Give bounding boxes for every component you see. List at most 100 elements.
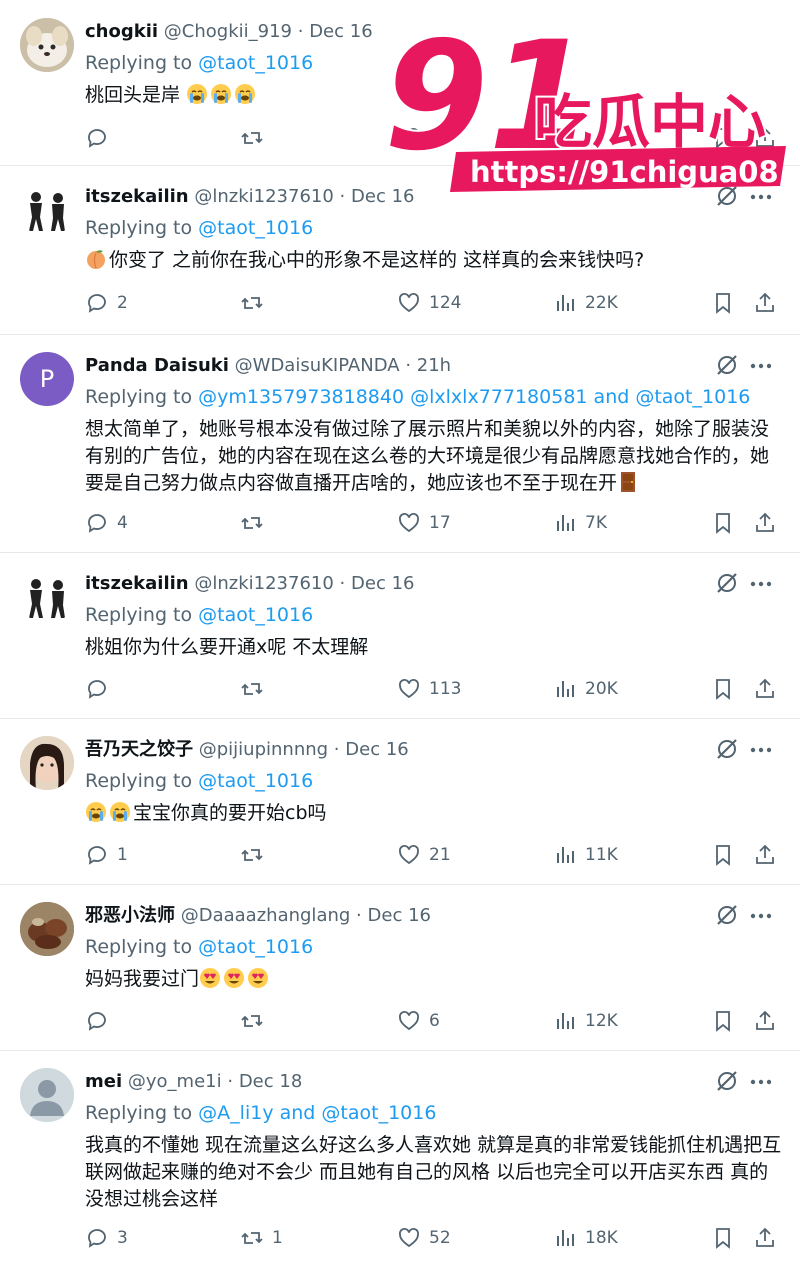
display-name[interactable]: 邪恶小法师 — [85, 905, 175, 926]
like-button[interactable]: 113 — [397, 673, 461, 705]
timestamp[interactable]: Dec 16 — [351, 573, 414, 594]
retweet-count: 1 — [272, 1228, 283, 1248]
user-handle[interactable]: @lnzki1237610 — [194, 186, 333, 207]
avatar[interactable] — [20, 570, 74, 624]
like-button[interactable]: 17 — [397, 507, 451, 539]
bookmark-button[interactable] — [711, 1222, 735, 1254]
more-button[interactable] — [748, 354, 774, 378]
share-button[interactable] — [753, 673, 777, 705]
bookmark-button[interactable] — [711, 507, 735, 539]
tweet-header: 吾乃天之饺子 @pijiupinnnng · Dec 16 — [85, 738, 409, 762]
tweet-4[interactable]: itszekailin @lnzki1237610 · Dec 16 Reply… — [0, 552, 800, 719]
retweet-button[interactable]: 1 — [240, 1222, 283, 1254]
user-handle[interactable]: @pijiupinnnng — [199, 739, 328, 760]
heart-eyes-icon — [248, 968, 269, 988]
display-name[interactable]: Panda Daisuki — [85, 355, 229, 376]
views-button[interactable]: 12K — [553, 1005, 618, 1037]
bookmark-button[interactable] — [711, 673, 735, 705]
more-button[interactable] — [748, 738, 774, 762]
more-button[interactable] — [748, 904, 774, 928]
timestamp[interactable]: Dec 18 — [239, 1071, 302, 1092]
mention-link[interactable]: @taot_1016 — [198, 936, 313, 958]
mention-link[interactable]: @taot_1016 — [321, 1102, 436, 1124]
reply-button[interactable]: 2 — [85, 287, 128, 319]
more-button[interactable] — [748, 1070, 774, 1094]
reply-button[interactable]: 1 — [85, 839, 128, 871]
grok-button[interactable] — [714, 352, 740, 378]
views-button[interactable]: 18K — [553, 1222, 618, 1254]
grok-button[interactable] — [714, 902, 740, 928]
views-button[interactable]: 20K — [553, 673, 618, 705]
timestamp[interactable]: 21h — [417, 355, 451, 376]
display-name[interactable]: mei — [85, 1071, 122, 1092]
avatar[interactable] — [20, 183, 74, 237]
reply-count: 3 — [117, 1228, 128, 1248]
separator: · — [339, 573, 346, 594]
heart-eyes-icon — [224, 968, 245, 988]
mention-link[interactable]: @A_li1y — [198, 1102, 273, 1124]
mention-link[interactable]: @taot_1016 — [198, 770, 313, 792]
tweet-5[interactable]: 吾乃天之饺子 @pijiupinnnng · Dec 16 Replying t… — [0, 718, 800, 885]
mention-link[interactable]: @taot_1016 — [198, 217, 313, 239]
mention-link[interactable]: @lxlxlx777180581 — [410, 386, 587, 408]
views-button[interactable]: 11K — [553, 839, 618, 871]
views-button[interactable]: 7K — [553, 507, 607, 539]
retweet-button[interactable] — [240, 507, 264, 539]
retweet-button[interactable] — [240, 1005, 264, 1037]
user-handle[interactable]: @lnzki1237610 — [194, 573, 333, 594]
grok-button[interactable] — [714, 1068, 740, 1094]
reply-button[interactable] — [85, 1005, 109, 1037]
tweet-text-body: 你变了 之前你在我心中的形象不是这样的 这样真的会来钱快吗? — [109, 249, 645, 271]
bookmark-button[interactable] — [711, 287, 735, 319]
reply-icon — [88, 129, 106, 148]
tweet-7[interactable]: mei @yo_me1i · Dec 18 Replying to @A_li1… — [0, 1050, 800, 1282]
tweet-3[interactable]: P Panda Daisuki @WDaisuKIPANDA · 21h Rep… — [0, 334, 800, 553]
user-handle[interactable]: @yo_me1i — [128, 1071, 222, 1092]
bookmark-button[interactable] — [711, 839, 735, 871]
timestamp[interactable]: Dec 16 — [345, 739, 408, 760]
tweet-text-body: 宝宝你真的要开始cb吗 — [133, 802, 327, 824]
timestamp[interactable]: Dec 16 — [309, 21, 372, 42]
reply-button[interactable] — [85, 673, 109, 705]
retweet-button[interactable] — [240, 839, 264, 871]
tweet-6[interactable]: 邪恶小法师 @Daaaazhanglang · Dec 16 Replying … — [0, 884, 800, 1051]
grok-button[interactable] — [714, 736, 740, 762]
mention-link[interactable]: @ym1357973818840 — [198, 386, 404, 408]
reply-button[interactable]: 3 — [85, 1222, 128, 1254]
user-handle[interactable]: @Daaaazhanglang — [181, 905, 351, 926]
avatar[interactable] — [20, 736, 74, 790]
like-button[interactable]: 21 — [397, 839, 451, 871]
avatar[interactable] — [20, 1068, 74, 1122]
mention-link[interactable]: @taot_1016 — [198, 604, 313, 626]
avatar[interactable] — [20, 902, 74, 956]
avatar[interactable] — [20, 18, 74, 72]
like-button[interactable]: 6 — [397, 1005, 440, 1037]
reply-button[interactable]: 4 — [85, 507, 128, 539]
like-button[interactable]: 124 — [397, 287, 461, 319]
display-name[interactable]: itszekailin — [85, 573, 189, 594]
mention-link[interactable]: @taot_1016 — [635, 386, 750, 408]
retweet-button[interactable] — [240, 287, 264, 319]
mention-link[interactable]: @taot_1016 — [198, 52, 313, 74]
share-button[interactable] — [753, 1005, 777, 1037]
user-handle[interactable]: @WDaisuKIPANDA — [235, 355, 400, 376]
display-name[interactable]: 吾乃天之饺子 — [85, 739, 193, 760]
share-button[interactable] — [753, 507, 777, 539]
share-button[interactable] — [753, 839, 777, 871]
timestamp[interactable]: Dec 16 — [368, 905, 431, 926]
bookmark-button[interactable] — [711, 1005, 735, 1037]
like-button[interactable]: 52 — [397, 1222, 451, 1254]
display-name[interactable]: chogkii — [85, 21, 158, 42]
reply-count: 4 — [117, 513, 128, 533]
retweet-button[interactable] — [240, 673, 264, 705]
retweet-button[interactable] — [240, 122, 264, 154]
share-button[interactable] — [753, 1222, 777, 1254]
display-name[interactable]: itszekailin — [85, 186, 189, 207]
more-button[interactable] — [748, 572, 774, 596]
user-handle[interactable]: @Chogkii_919 — [164, 21, 292, 42]
reply-button[interactable] — [85, 122, 109, 154]
grok-button[interactable] — [714, 570, 740, 596]
share-button[interactable] — [753, 287, 777, 319]
avatar[interactable]: P — [20, 352, 74, 406]
views-button[interactable]: 22K — [553, 287, 618, 319]
